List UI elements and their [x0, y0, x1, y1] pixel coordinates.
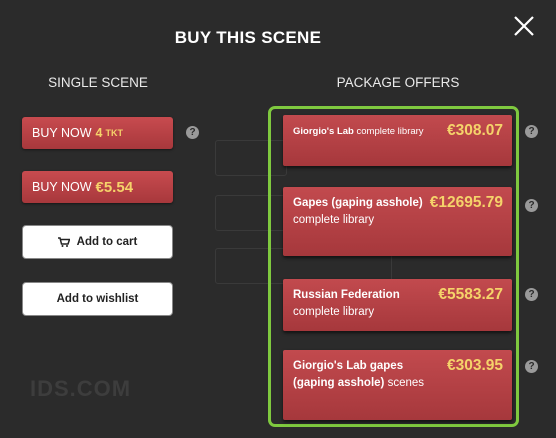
modal-title: BUY THIS SCENE [174, 28, 322, 47]
offer-name: Giorgio's Lab gapes (gaping asshole) sce… [293, 360, 425, 389]
add-to-cart-button[interactable]: Add to cart [22, 225, 173, 259]
close-icon[interactable] [510, 12, 538, 40]
package-offer[interactable]: Gapes (gaping asshole) complete library … [283, 187, 512, 256]
add-to-cart-label: Add to cart [76, 236, 138, 248]
offer-name: Giorgio's Lab complete library [293, 126, 424, 137]
buy-now-label: BUY NOW [32, 180, 92, 194]
offer-price: €5583.27 [438, 286, 503, 303]
buy-now-label: BUY NOW [32, 126, 92, 140]
package-offer[interactable]: Russian Federation complete library €558… [283, 279, 512, 331]
help-icon[interactable]: ? [525, 288, 538, 301]
help-icon[interactable]: ? [525, 360, 538, 373]
background-watermark: IDS.COM [30, 376, 132, 401]
offer-name: Gapes (gaping asshole) complete library [293, 197, 423, 226]
add-to-wishlist-button[interactable]: Add to wishlist [22, 282, 173, 316]
token-amount: 4 [95, 126, 103, 140]
package-offers-heading: PACKAGE OFFERS [336, 75, 460, 90]
single-scene-heading: SINGLE SCENE [48, 75, 148, 90]
offer-name: Russian Federation complete library [293, 289, 400, 318]
package-offer[interactable]: Giorgio's Lab gapes (gaping asshole) sce… [283, 350, 512, 420]
cart-icon [57, 237, 70, 247]
buy-now-euro-button[interactable]: BUY NOW €5.54 [22, 171, 173, 203]
euro-price: €5.54 [95, 178, 134, 196]
buy-now-tokens-button[interactable]: BUY NOW 4 TKT [22, 117, 173, 149]
help-icon[interactable]: ? [525, 199, 538, 212]
help-icon[interactable]: ? [525, 125, 538, 138]
token-unit: TKT [105, 128, 123, 138]
package-offer[interactable]: Giorgio's Lab complete library €308.07 [283, 115, 512, 166]
help-icon[interactable]: ? [186, 126, 199, 139]
offer-price: €12695.79 [429, 194, 503, 211]
offer-price: €303.95 [446, 357, 503, 374]
add-to-wishlist-label: Add to wishlist [56, 293, 139, 305]
offer-price: €308.07 [446, 122, 503, 139]
